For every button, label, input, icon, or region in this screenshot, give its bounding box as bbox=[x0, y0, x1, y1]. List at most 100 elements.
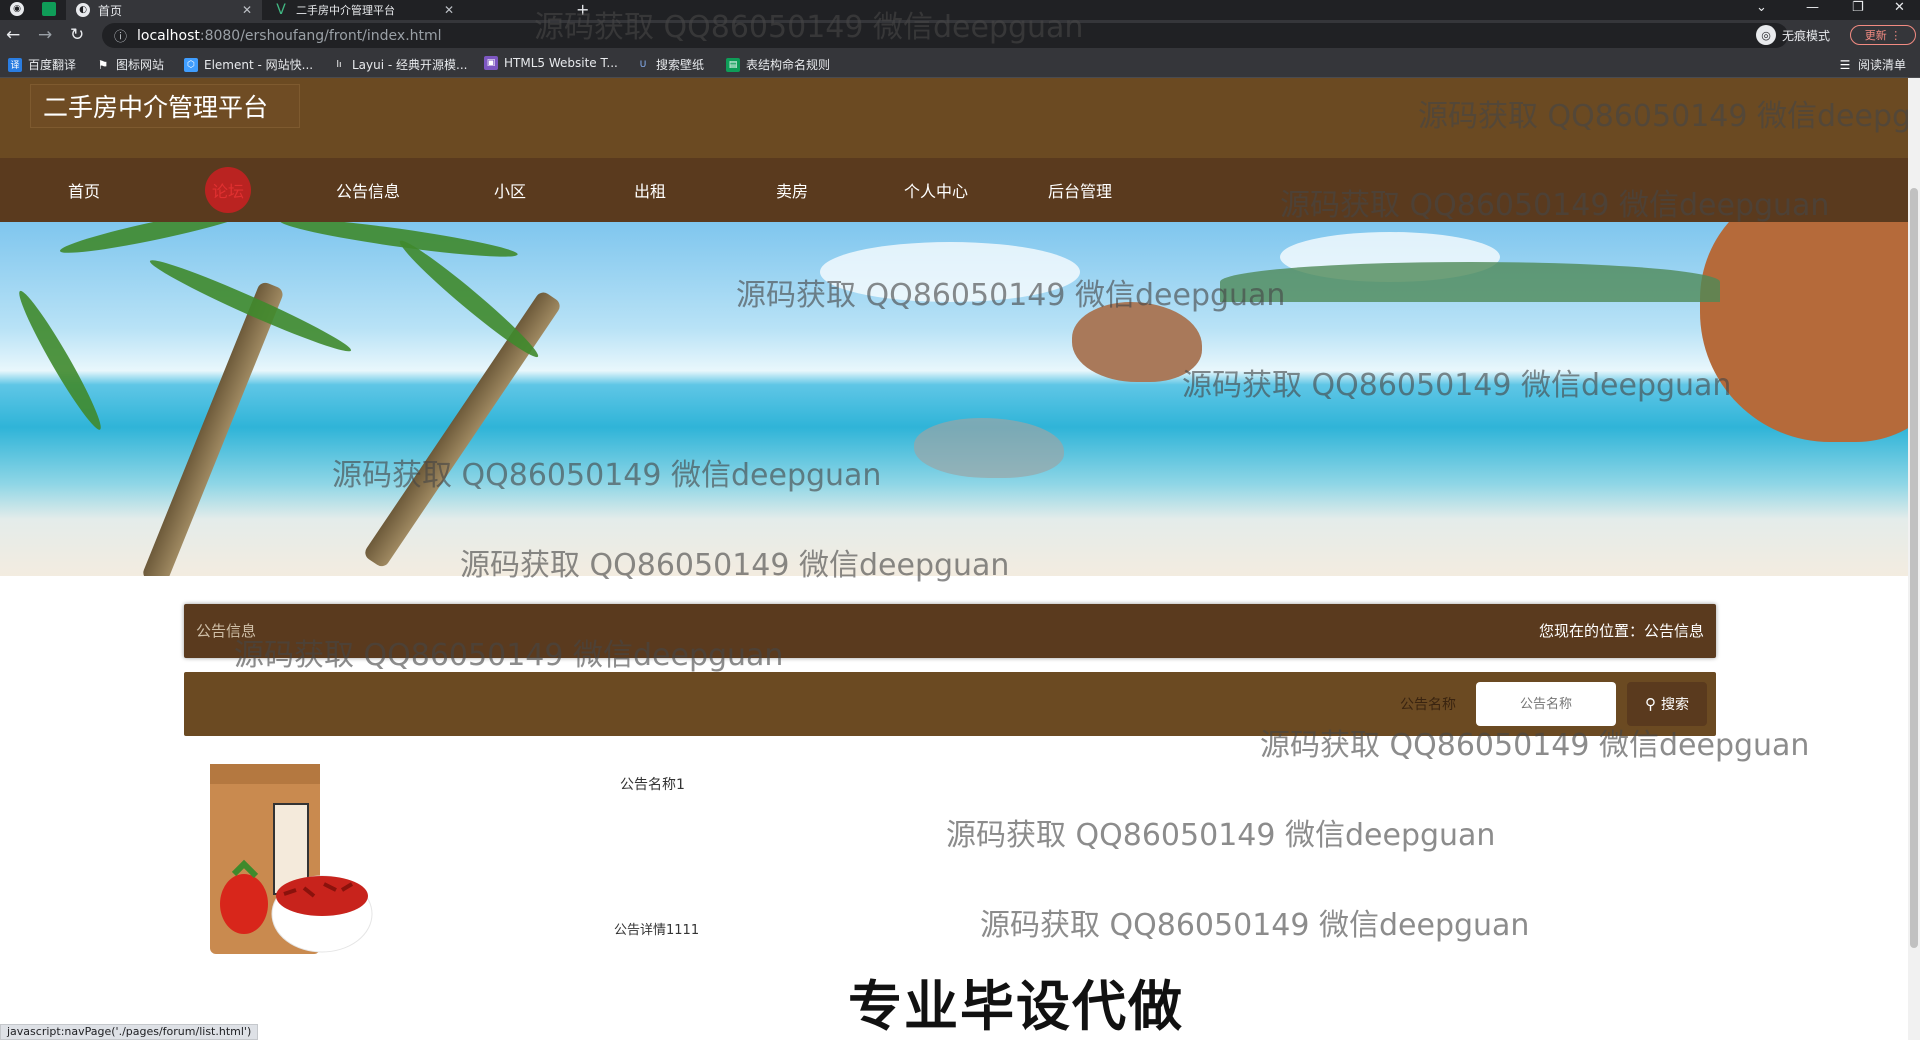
rock-shape bbox=[1072, 302, 1202, 382]
search-label: 公告名称 bbox=[1400, 697, 1456, 713]
nav-label: 后台管理 bbox=[1047, 182, 1112, 201]
palm-trunk bbox=[140, 280, 285, 576]
chrome-logo-icon: ◉ bbox=[10, 2, 24, 16]
reading-list-button[interactable]: ☰ 阅读清单 bbox=[1838, 56, 1906, 73]
url-host: localhost bbox=[137, 27, 200, 44]
nav-label: 公告信息 bbox=[335, 182, 400, 201]
cloud-shape bbox=[820, 242, 1080, 302]
incognito-label: 无痕模式 bbox=[1782, 28, 1831, 43]
restore-icon[interactable]: ❐ bbox=[1852, 0, 1864, 15]
site-header: 二手房中介管理平台 bbox=[0, 78, 1908, 158]
nav-notice[interactable]: 公告信息 bbox=[298, 158, 438, 222]
page-scrollbar[interactable] bbox=[1908, 78, 1920, 1040]
bookmark-item[interactable]: ▣ HTML5 Website T... bbox=[484, 56, 618, 70]
tab-title: 首页 bbox=[98, 3, 123, 18]
tab-search-icon[interactable]: ⌄ bbox=[1756, 0, 1767, 15]
nav-rent[interactable]: 出租 bbox=[580, 158, 720, 222]
nav-admin[interactable]: 后台管理 bbox=[1010, 158, 1150, 222]
translate-icon: 译 bbox=[8, 57, 22, 72]
forward-icon[interactable]: → bbox=[38, 25, 52, 45]
nav-forum[interactable]: 论坛 bbox=[158, 158, 298, 222]
nav-label: 卖房 bbox=[775, 182, 808, 201]
bookmark-item[interactable]: lı Layui - 经典开源模... bbox=[332, 56, 467, 73]
palm-trunk bbox=[362, 289, 563, 570]
nav-label: 个人中心 bbox=[903, 182, 968, 201]
nav-label: 小区 bbox=[493, 182, 526, 201]
wallpaper-icon: U bbox=[639, 59, 647, 70]
bookmark-label: 搜索壁纸 bbox=[656, 58, 705, 72]
url-path: :8080/ershoufang/front/index.html bbox=[199, 27, 442, 44]
html5-icon: ▣ bbox=[484, 56, 498, 70]
reading-list-label: 阅读清单 bbox=[1858, 58, 1907, 72]
scrollbar-thumb[interactable] bbox=[1910, 188, 1918, 948]
status-bar-url: javascript:navPage('./pages/forum/list.h… bbox=[0, 1024, 259, 1040]
search-input[interactable] bbox=[1476, 682, 1616, 726]
search-panel: 公告名称 ⚲ 搜索 bbox=[184, 672, 1716, 736]
element-icon: ⬡ bbox=[184, 57, 198, 72]
globe-icon: ◐ bbox=[76, 3, 90, 17]
tab-title: 二手房中介管理平台 bbox=[296, 4, 395, 17]
new-tab-button[interactable]: + bbox=[576, 0, 589, 19]
nav-community[interactable]: 小区 bbox=[440, 158, 580, 222]
close-window-icon[interactable]: ✕ bbox=[1894, 0, 1905, 15]
bookmark-label: HTML5 Website T... bbox=[504, 56, 618, 70]
close-tab-icon[interactable]: ✕ bbox=[444, 3, 454, 17]
page-viewport: 二手房中介管理平台 首页 论坛 公告信息 小区 出租 卖房 个人中心 后台管理 … bbox=[0, 78, 1908, 1040]
bookmark-label: Layui - 经典开源模... bbox=[352, 58, 468, 72]
bookmark-label: 百度翻译 bbox=[28, 58, 77, 72]
bookmark-item[interactable]: ▤ 表结构命名规则 bbox=[726, 56, 830, 73]
bookmark-label: 表结构命名规则 bbox=[746, 58, 831, 72]
section-title: 公告信息 bbox=[196, 622, 257, 640]
notice-detail: 公告详情1111 bbox=[614, 923, 700, 938]
video-caption: 专业毕设代做 bbox=[848, 975, 1184, 1038]
browser-tab-strip: ◉ ◐ 首页 ✕ V 二手房中介管理平台 ✕ + ⌄ — ❐ ✕ bbox=[0, 0, 1920, 20]
minimize-icon[interactable]: — bbox=[1806, 0, 1819, 15]
address-bar-row: ← → ↻ ⓘ localhost :8080/ershoufang/front… bbox=[0, 20, 1920, 50]
doc-icon: ▤ bbox=[726, 57, 740, 72]
update-button[interactable]: 更新 ⋮ bbox=[1850, 25, 1916, 45]
main-nav: 首页 论坛 公告信息 小区 出租 卖房 个人中心 后台管理 bbox=[0, 158, 1908, 222]
carousel-banner[interactable] bbox=[0, 222, 1908, 576]
nav-profile[interactable]: 个人中心 bbox=[866, 158, 1006, 222]
search-icon: ⚲ bbox=[1645, 696, 1656, 713]
reload-icon[interactable]: ↻ bbox=[70, 25, 84, 45]
vue-icon: V bbox=[276, 2, 286, 18]
layui-icon: lı bbox=[336, 59, 342, 70]
island-shape bbox=[1220, 262, 1720, 302]
nav-sell[interactable]: 卖房 bbox=[722, 158, 862, 222]
bookmark-item[interactable]: ⬡ Element - 网站快... bbox=[184, 56, 313, 73]
nav-home[interactable]: 首页 bbox=[14, 158, 154, 222]
bookmark-label: Element - 网站快... bbox=[204, 58, 314, 72]
bookmark-label: 图标网站 bbox=[116, 58, 165, 72]
tab-home[interactable]: ◐ 首页 ✕ bbox=[66, 0, 262, 20]
breadcrumb: 公告信息 您现在的位置：公告信息 bbox=[184, 604, 1716, 658]
palm-leaf bbox=[58, 222, 258, 260]
nav-label: 论坛 bbox=[211, 182, 244, 201]
palm-leaf bbox=[12, 286, 108, 435]
sheets-icon[interactable] bbox=[42, 2, 56, 16]
back-icon[interactable]: ← bbox=[6, 25, 20, 45]
tab-platform[interactable]: V 二手房中介管理平台 ✕ bbox=[264, 0, 464, 20]
incognito-icon: ◎ bbox=[1756, 25, 1776, 45]
bookmark-item[interactable]: U 搜索壁纸 bbox=[636, 56, 704, 73]
notice-title[interactable]: 公告名称1 bbox=[620, 774, 685, 794]
bookmarks-bar: 译 百度翻译 ⚑ 图标网站 ⬡ Element - 网站快... lı Layu… bbox=[0, 50, 1920, 78]
search-button[interactable]: ⚲ 搜索 bbox=[1627, 682, 1707, 726]
bookmark-item[interactable]: 译 百度翻译 bbox=[8, 56, 76, 73]
nav-label: 出租 bbox=[633, 182, 666, 201]
nav-label: 首页 bbox=[67, 182, 100, 201]
rock-shape bbox=[1700, 222, 1908, 442]
update-label: 更新 bbox=[1864, 29, 1887, 42]
bookmark-item[interactable]: ⚑ 图标网站 bbox=[96, 56, 164, 73]
reading-list-icon: ☰ bbox=[1839, 57, 1851, 72]
flag-icon: ⚑ bbox=[97, 57, 109, 72]
site-title[interactable]: 二手房中介管理平台 bbox=[30, 84, 300, 128]
url-input[interactable]: ⓘ localhost :8080/ershoufang/front/index… bbox=[102, 23, 1788, 48]
search-button-label: 搜索 bbox=[1661, 696, 1689, 712]
incognito-indicator[interactable]: ◎ 无痕模式 bbox=[1756, 25, 1830, 45]
current-location: 您现在的位置：公告信息 bbox=[1538, 622, 1704, 640]
site-info-icon[interactable]: ⓘ bbox=[114, 26, 127, 45]
rock-shape bbox=[914, 418, 1064, 478]
notice-thumbnail[interactable] bbox=[204, 764, 374, 960]
close-tab-icon[interactable]: ✕ bbox=[242, 3, 252, 17]
